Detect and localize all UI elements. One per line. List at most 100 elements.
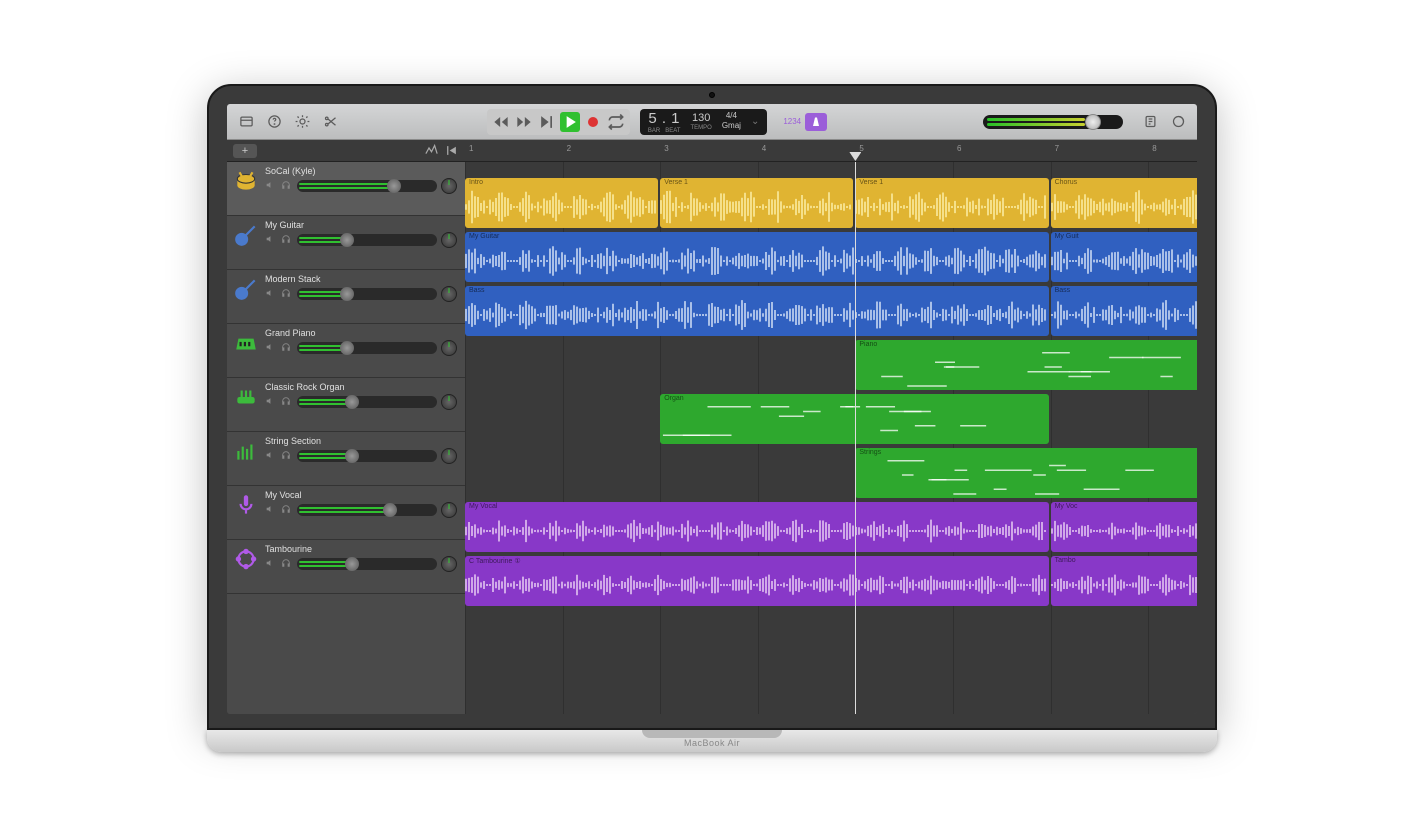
pan-knob[interactable] <box>441 502 457 518</box>
metronome-button[interactable] <box>805 113 827 131</box>
transport-controls <box>487 109 630 135</box>
stop-button[interactable] <box>537 112 557 132</box>
chevron-down-icon[interactable]: ⌄ <box>751 116 759 127</box>
region-label: Tambo <box>1055 557 1076 564</box>
play-button[interactable] <box>560 112 580 132</box>
track-row[interactable]: Classic Rock Organ <box>227 378 465 432</box>
audio-region[interactable]: Piano <box>855 340 1197 390</box>
audio-region[interactable]: Intro <box>465 178 658 228</box>
pan-knob[interactable] <box>441 448 457 464</box>
notes-button[interactable] <box>1139 111 1161 133</box>
audio-region[interactable]: Organ <box>660 394 1048 444</box>
headphone-button[interactable] <box>281 504 293 516</box>
arrangement-area[interactable]: Intro Verse 1 Verse 1 Chorus My Guitar M… <box>465 162 1197 714</box>
mute-button[interactable] <box>265 504 277 516</box>
mute-button[interactable] <box>265 288 277 300</box>
audio-region[interactable]: My Guit <box>1051 232 1197 282</box>
region-label: Intro <box>469 179 483 186</box>
pan-knob[interactable] <box>441 394 457 410</box>
playhead-line[interactable] <box>855 162 856 714</box>
track-instrument-icon <box>233 384 259 410</box>
audio-region[interactable]: Strings <box>855 448 1197 498</box>
audio-region[interactable]: Tambo <box>1051 556 1197 606</box>
track-volume-slider[interactable] <box>297 450 437 462</box>
track-volume-slider[interactable] <box>297 180 437 192</box>
scissors-icon[interactable] <box>319 111 341 133</box>
audio-region[interactable]: C Tambourine ① <box>465 556 1049 606</box>
track-instrument-icon <box>233 492 259 518</box>
headphone-button[interactable] <box>281 450 293 462</box>
track-instrument-icon <box>233 330 259 356</box>
catch-icon[interactable] <box>443 143 459 159</box>
track-volume-slider[interactable] <box>297 234 437 246</box>
add-track-button[interactable]: + <box>233 144 257 158</box>
ruler-tick: 7 <box>1055 144 1059 153</box>
track-instrument-icon <box>233 546 259 572</box>
settings-icon[interactable] <box>291 111 313 133</box>
cycle-button[interactable] <box>606 112 626 132</box>
track-volume-slider[interactable] <box>297 342 437 354</box>
track-name: String Section <box>265 436 457 446</box>
audio-region[interactable]: My Voc <box>1051 502 1197 552</box>
pan-knob[interactable] <box>441 232 457 248</box>
track-row[interactable]: Tambourine <box>227 540 465 594</box>
audio-region[interactable]: Bass <box>1051 286 1197 336</box>
timeline-ruler[interactable]: 12345678 <box>465 140 1197 161</box>
track-row[interactable]: String Section <box>227 432 465 486</box>
automation-icon[interactable] <box>423 143 439 159</box>
mute-button[interactable] <box>265 342 277 354</box>
playhead-icon[interactable] <box>849 152 861 161</box>
pan-knob[interactable] <box>441 556 457 572</box>
track-list: SoCal (Kyle) My Guitar <box>227 162 465 714</box>
region-label: Bass <box>469 287 485 294</box>
headphone-button[interactable] <box>281 180 293 192</box>
master-volume-slider[interactable] <box>983 115 1123 129</box>
mute-button[interactable] <box>265 396 277 408</box>
audio-region[interactable]: Bass <box>465 286 1049 336</box>
forward-button[interactable] <box>514 112 534 132</box>
library-button[interactable] <box>235 111 257 133</box>
mute-button[interactable] <box>265 234 277 246</box>
ruler-tick: 2 <box>567 144 571 153</box>
track-row[interactable]: My Guitar <box>227 216 465 270</box>
ruler-tick: 6 <box>957 144 961 153</box>
track-volume-slider[interactable] <box>297 504 437 516</box>
lcd-display[interactable]: 5 . 1 BAR BEAT 130 TEMPO 4/4 Gmaj ⌄ <box>640 109 767 135</box>
mute-button[interactable] <box>265 558 277 570</box>
audio-region[interactable]: Verse 1 <box>660 178 853 228</box>
region-label: My Guitar <box>469 233 499 240</box>
headphone-button[interactable] <box>281 288 293 300</box>
region-label: Organ <box>664 395 683 402</box>
pan-knob[interactable] <box>441 178 457 194</box>
track-volume-slider[interactable] <box>297 288 437 300</box>
camera-icon <box>709 92 715 98</box>
track-row[interactable]: My Vocal <box>227 486 465 540</box>
mute-button[interactable] <box>265 450 277 462</box>
track-name: SoCal (Kyle) <box>265 166 457 176</box>
help-button[interactable] <box>263 111 285 133</box>
track-volume-slider[interactable] <box>297 558 437 570</box>
headphone-button[interactable] <box>281 396 293 408</box>
mute-button[interactable] <box>265 180 277 192</box>
audio-region[interactable]: My Vocal <box>465 502 1049 552</box>
tempo-display: 130 <box>692 112 710 124</box>
track-volume-slider[interactable] <box>297 396 437 408</box>
device-label: MacBook Air <box>684 738 740 748</box>
track-name: Grand Piano <box>265 328 457 338</box>
track-row[interactable]: Modern Stack <box>227 270 465 324</box>
audio-region[interactable]: Chorus <box>1051 178 1197 228</box>
audio-region[interactable]: Verse 1 <box>855 178 1048 228</box>
track-row[interactable]: Grand Piano <box>227 324 465 378</box>
track-row[interactable]: SoCal (Kyle) <box>227 162 465 216</box>
volume-knob[interactable] <box>1085 114 1101 130</box>
loops-button[interactable] <box>1167 111 1189 133</box>
record-button[interactable] <box>583 112 603 132</box>
headphone-button[interactable] <box>281 342 293 354</box>
track-name: My Guitar <box>265 220 457 230</box>
headphone-button[interactable] <box>281 558 293 570</box>
pan-knob[interactable] <box>441 286 457 302</box>
audio-region[interactable]: My Guitar <box>465 232 1049 282</box>
headphone-button[interactable] <box>281 234 293 246</box>
pan-knob[interactable] <box>441 340 457 356</box>
rewind-button[interactable] <box>491 112 511 132</box>
